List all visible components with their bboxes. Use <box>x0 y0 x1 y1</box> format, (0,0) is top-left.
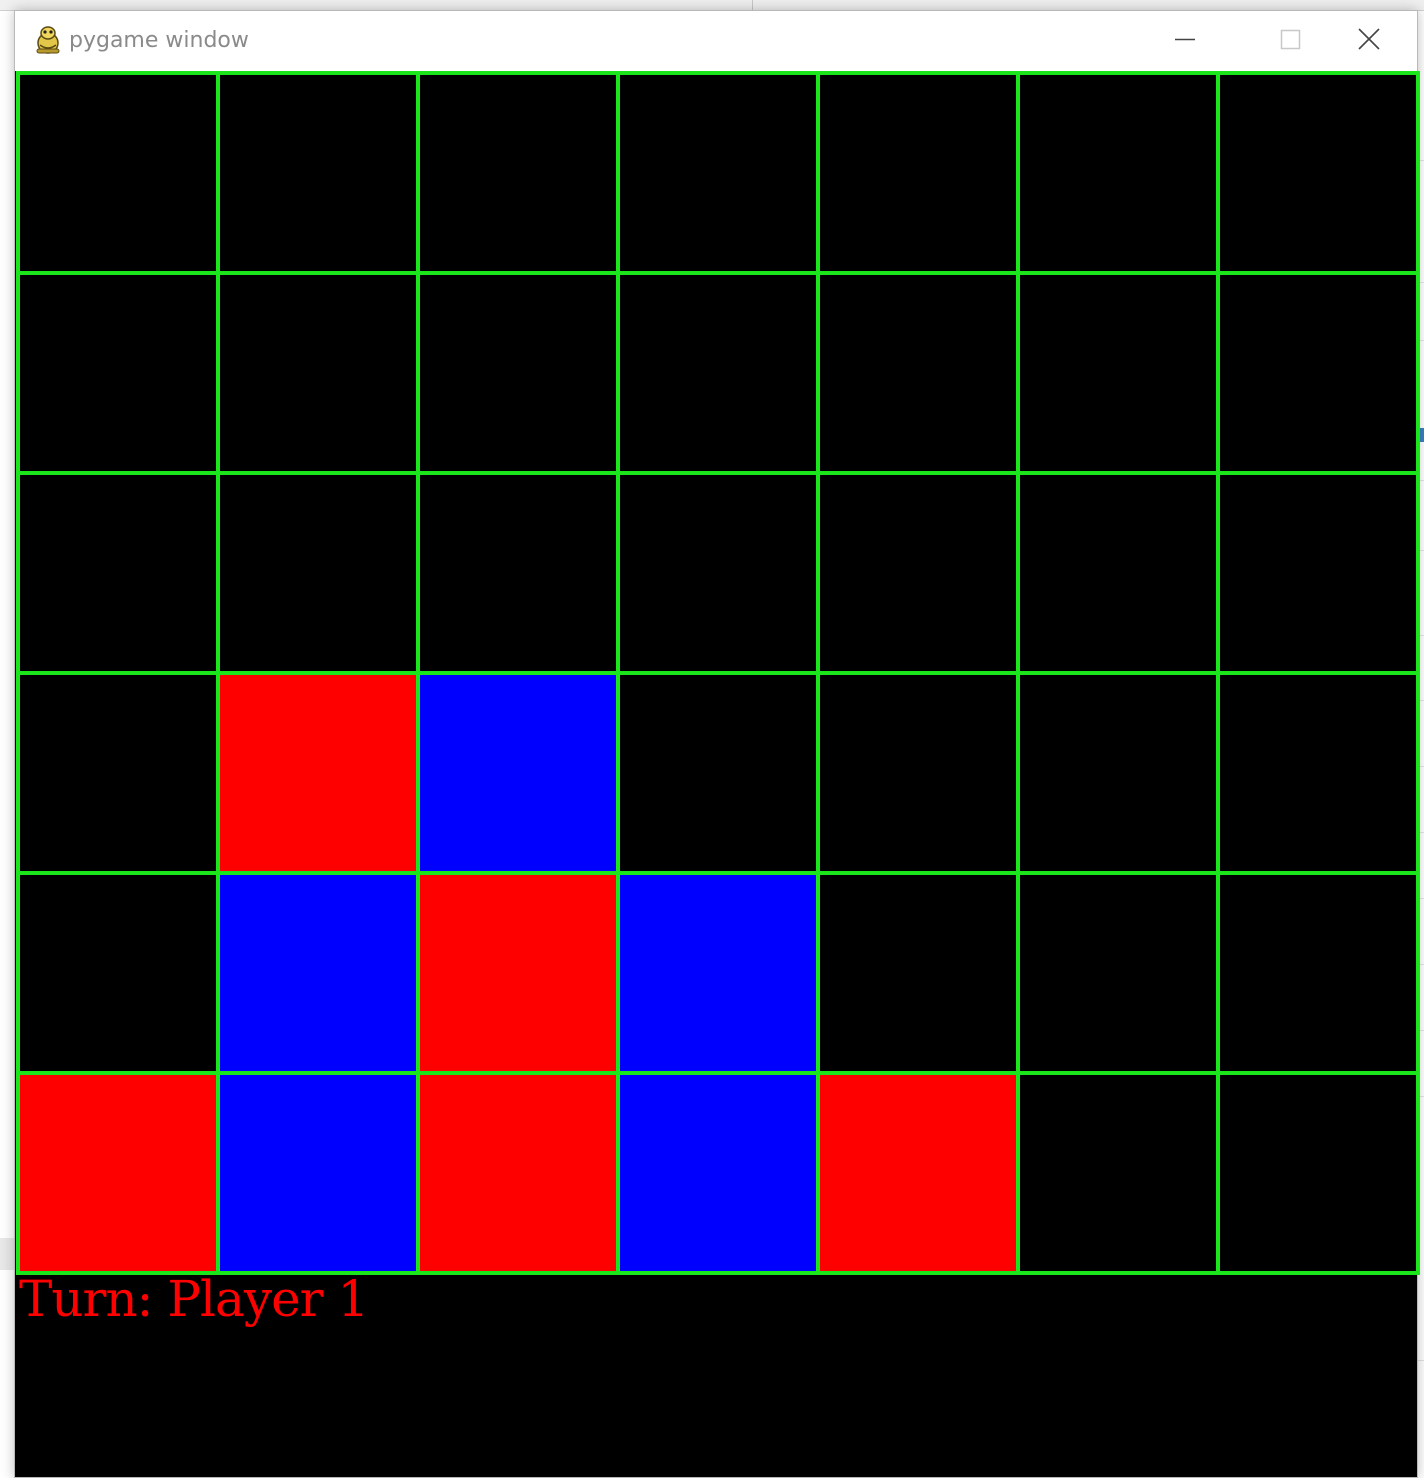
board-cell-player1[interactable] <box>416 1071 620 1275</box>
title-bar[interactable]: pygame window <box>15 11 1417 71</box>
board-cell-player1[interactable] <box>16 1071 220 1275</box>
board-cell-empty[interactable] <box>1016 271 1220 475</box>
board-cell-empty[interactable] <box>16 271 220 475</box>
board-cell-empty[interactable] <box>1216 1071 1420 1275</box>
board-cell-player1[interactable] <box>416 871 620 1075</box>
background-scrollbar-fragment <box>0 1238 14 1270</box>
board-cell-empty[interactable] <box>1016 671 1220 875</box>
board-cell-empty[interactable] <box>416 271 620 475</box>
board-cell-empty[interactable] <box>1016 71 1220 275</box>
game-surface[interactable]: Turn: Player 1 <box>15 71 1420 1477</box>
board-cell-empty[interactable] <box>16 671 220 875</box>
board-cell-empty[interactable] <box>1216 271 1420 475</box>
board-cell-empty[interactable] <box>216 271 420 475</box>
board-cell-empty[interactable] <box>816 871 1020 1075</box>
board-cell-player1[interactable] <box>216 671 420 875</box>
close-button[interactable] <box>1323 11 1415 69</box>
minimize-button[interactable] <box>1139 11 1231 69</box>
board-cell-empty[interactable] <box>816 271 1020 475</box>
background-divider <box>752 0 753 10</box>
board-cell-empty[interactable] <box>616 471 820 675</box>
board-cell-empty[interactable] <box>616 71 820 275</box>
board-cell-player2[interactable] <box>616 871 820 1075</box>
board-cell-empty[interactable] <box>1016 871 1220 1075</box>
board-cell-empty[interactable] <box>216 471 420 675</box>
board-cell-player2[interactable] <box>216 871 420 1075</box>
board-cell-empty[interactable] <box>1216 471 1420 675</box>
minimize-icon <box>1175 38 1195 41</box>
board-cell-player2[interactable] <box>216 1071 420 1275</box>
board-cell-empty[interactable] <box>16 471 220 675</box>
board-cell-empty[interactable] <box>816 471 1020 675</box>
board-cell-empty[interactable] <box>416 471 620 675</box>
turn-status-text: Turn: Player 1 <box>19 1270 369 1328</box>
window-title: pygame window <box>69 28 249 53</box>
board-cell-empty[interactable] <box>416 71 620 275</box>
board-cell-empty[interactable] <box>1016 471 1220 675</box>
board-cell-empty[interactable] <box>616 671 820 875</box>
board-cell-empty[interactable] <box>816 71 1020 275</box>
board-cell-empty[interactable] <box>816 671 1020 875</box>
board-cell-empty[interactable] <box>1016 1071 1220 1275</box>
maximize-icon <box>1280 29 1301 50</box>
board-cell-player2[interactable] <box>416 671 620 875</box>
pygame-snake-icon <box>33 25 63 55</box>
board-cell-player2[interactable] <box>616 1071 820 1275</box>
board-cell-empty[interactable] <box>1216 71 1420 275</box>
board-cell-empty[interactable] <box>1216 671 1420 875</box>
board-cell-empty[interactable] <box>16 871 220 1075</box>
board-cell-empty[interactable] <box>1216 871 1420 1075</box>
board-cell-empty[interactable] <box>16 71 220 275</box>
close-icon <box>1358 28 1380 50</box>
board-cell-empty[interactable] <box>616 271 820 475</box>
board-cell-empty[interactable] <box>216 71 420 275</box>
maximize-button[interactable] <box>1231 11 1323 69</box>
pygame-window: pygame window Turn: Player 1 <box>14 10 1420 1478</box>
board-cell-player1[interactable] <box>816 1071 1020 1275</box>
